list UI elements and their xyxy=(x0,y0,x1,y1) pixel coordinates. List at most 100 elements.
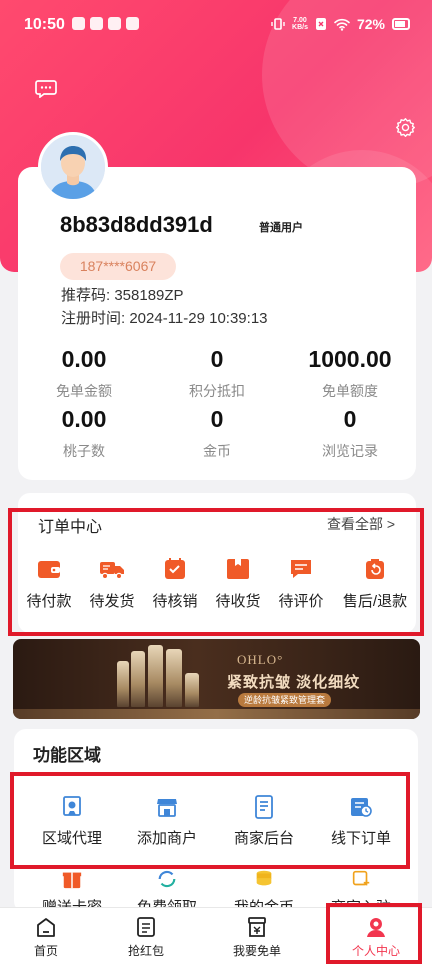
referral-code: 推荐码: 358189ZP xyxy=(61,287,184,304)
stat-peaches[interactable]: 0.00 桃子数 xyxy=(24,406,144,461)
tab-personal-center[interactable]: 个人中心 xyxy=(340,908,412,964)
redpacket-icon xyxy=(137,917,155,937)
order-pending-payment[interactable]: 待付款 xyxy=(13,556,85,611)
avatar-image xyxy=(41,135,105,199)
order-after-sales-refund[interactable]: 售后/退款 xyxy=(336,556,414,611)
stat-free-amount[interactable]: 0.00 免单金额 xyxy=(24,346,144,401)
status-bar: 10:50 7.00 KB/s 72% xyxy=(0,0,432,52)
stat-value: 0 xyxy=(343,406,357,432)
order-item-label: 待收货 xyxy=(215,593,261,610)
stat-browse-history[interactable]: 0 浏览记录 xyxy=(290,406,410,461)
order-item-label: 待付款 xyxy=(26,593,72,610)
order-item-label: 售后/退款 xyxy=(342,593,408,610)
tab-label: 个人中心 xyxy=(351,944,400,958)
avatar[interactable] xyxy=(38,132,108,202)
notification-icons xyxy=(72,17,139,30)
product-image xyxy=(131,651,145,707)
view-all-orders-link[interactable]: 查看全部 > xyxy=(327,514,395,534)
order-clock-icon xyxy=(351,798,372,817)
stat-value: 1000.00 xyxy=(308,346,392,372)
user-icon xyxy=(367,918,385,937)
certificate-icon xyxy=(63,796,81,816)
truck-icon xyxy=(100,562,124,580)
stat-value: 0.00 xyxy=(61,406,107,432)
function-item-label: 商家后台 xyxy=(233,830,294,847)
phone-number: 187****6067 xyxy=(60,253,176,280)
function-item-label: 区域代理 xyxy=(41,830,102,847)
banner-slogan: 紧致抗皱 淡化细纹 xyxy=(227,674,361,691)
bottom-tab-bar: 首页 抢红包 我要免单 个人中心 xyxy=(0,907,432,964)
order-item-label: 待评价 xyxy=(278,593,324,610)
battery-percent: 72% xyxy=(356,16,385,32)
order-item-label: 待核销 xyxy=(152,593,198,610)
status-right: 7.00 KB/s 72% xyxy=(271,16,410,32)
stat-label: 浏览记录 xyxy=(322,443,378,459)
function-item-label: 线下订单 xyxy=(330,830,391,847)
promo-banner[interactable]: OHLO° 紧致抗皱 淡化细纹 逆龄抗皱紧致管理套 xyxy=(13,639,420,719)
function-merchant-backend[interactable]: 商家后台 xyxy=(219,795,309,848)
banner-subtitle: 逆龄抗皱紧致管理套 xyxy=(238,693,332,707)
merchant-icon xyxy=(352,870,370,886)
product-image xyxy=(166,649,182,707)
home-icon xyxy=(37,918,55,937)
calendar-check-icon xyxy=(165,558,185,579)
tab-label: 我要免单 xyxy=(232,944,281,958)
wifi-icon xyxy=(334,18,350,31)
refund-icon xyxy=(366,559,384,579)
tab-label: 首页 xyxy=(33,944,58,958)
function-item-label: 添加商户 xyxy=(136,830,197,847)
app-notification-icon xyxy=(126,17,139,30)
tab-free-order[interactable]: 我要免单 xyxy=(222,908,292,964)
stat-value: 0 xyxy=(210,406,224,432)
coins-icon xyxy=(256,870,272,886)
order-pending-review[interactable]: 待评价 xyxy=(265,556,337,611)
stat-label: 免单金额 xyxy=(56,383,112,399)
tab-home[interactable]: 首页 xyxy=(14,908,78,964)
store-icon xyxy=(157,799,177,817)
user-level-badge: 普通用户 xyxy=(259,222,303,234)
stat-value: 0.00 xyxy=(61,346,107,372)
stat-value: 0 xyxy=(210,346,224,372)
order-pending-receipt[interactable]: 待收货 xyxy=(202,556,274,611)
product-image xyxy=(117,661,129,707)
function-area-title: 功能区域 xyxy=(33,746,101,765)
settings-icon[interactable] xyxy=(395,117,416,138)
app-notification-icon xyxy=(108,17,121,30)
app-notification-icon xyxy=(90,17,103,30)
stat-label: 积分抵扣 xyxy=(189,383,245,399)
package-icon xyxy=(227,559,249,579)
speed-unit: KB/s xyxy=(292,24,308,31)
register-time: 注册时间: 2024-11-29 10:39:13 xyxy=(61,310,268,327)
order-pending-verification[interactable]: 待核销 xyxy=(139,556,211,611)
function-add-merchant[interactable]: 添加商户 xyxy=(122,795,212,848)
order-center-title: 订单中心 xyxy=(38,519,103,536)
battery-icon xyxy=(392,18,410,30)
order-item-label: 待发货 xyxy=(89,593,135,610)
review-icon xyxy=(291,560,311,578)
stat-free-quota[interactable]: 1000.00 免单额度 xyxy=(290,346,410,401)
product-image xyxy=(148,645,163,707)
banner-brand: OHLO° xyxy=(237,652,284,667)
free-order-icon xyxy=(248,917,266,937)
status-time: 10:50 xyxy=(24,16,65,33)
product-image xyxy=(185,673,199,707)
username: 8b83d8dd391d xyxy=(60,212,213,237)
banner-band xyxy=(13,709,420,719)
refresh-icon xyxy=(158,870,176,888)
function-offline-orders[interactable]: 线下订单 xyxy=(316,795,406,848)
tablet-icon xyxy=(255,795,273,819)
stat-label: 桃子数 xyxy=(63,443,105,459)
tab-red-packet[interactable]: 抢红包 xyxy=(114,908,178,964)
order-pending-shipment[interactable]: 待发货 xyxy=(76,556,148,611)
tiktok-icon xyxy=(72,17,85,30)
vibrate-icon xyxy=(271,18,285,30)
stat-label: 金币 xyxy=(203,443,231,459)
gift-icon xyxy=(62,872,82,889)
network-speed: 7.00 KB/s xyxy=(292,17,308,31)
stat-coins[interactable]: 0 金币 xyxy=(157,406,277,461)
function-area-agent[interactable]: 区域代理 xyxy=(27,795,117,848)
stat-points-deduction[interactable]: 0 积分抵扣 xyxy=(157,346,277,401)
sim-icon xyxy=(315,18,326,30)
stat-label: 免单额度 xyxy=(322,383,378,399)
message-icon[interactable] xyxy=(35,80,57,98)
